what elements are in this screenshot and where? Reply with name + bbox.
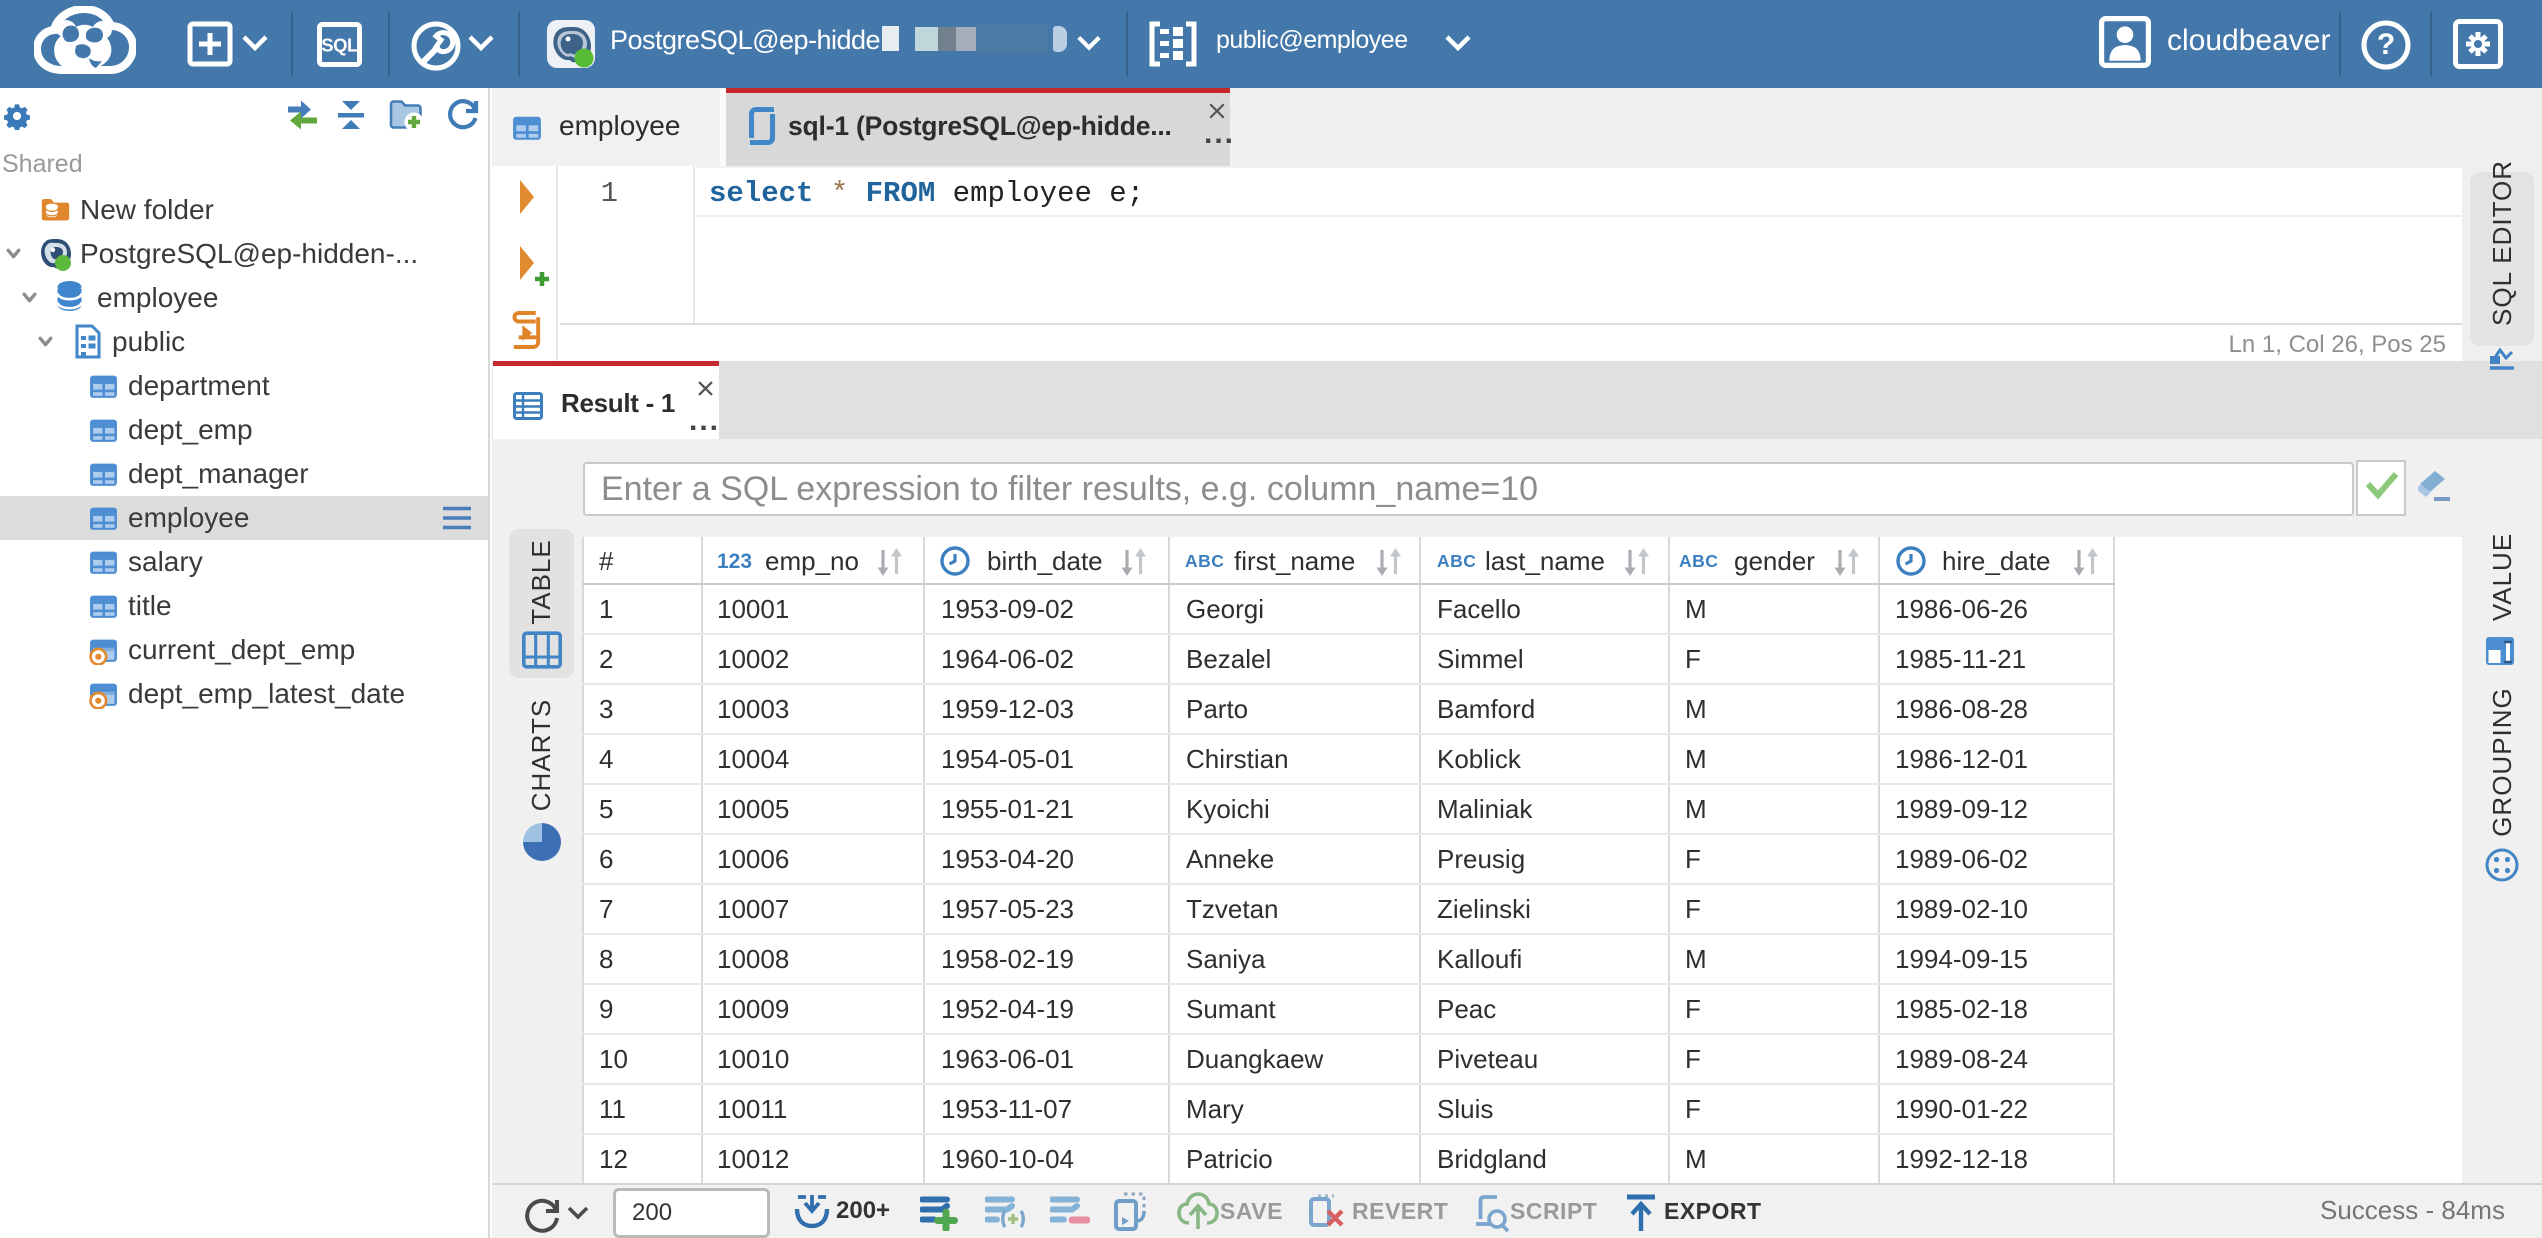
svg-text:ABC: ABC xyxy=(1679,551,1718,571)
svg-text:123: 123 xyxy=(717,550,752,573)
svg-text:SQL: SQL xyxy=(321,35,358,56)
svg-text:?: ? xyxy=(2377,28,2395,61)
svg-text:ABC: ABC xyxy=(1185,551,1224,571)
svg-text:ABC: ABC xyxy=(1437,551,1476,571)
